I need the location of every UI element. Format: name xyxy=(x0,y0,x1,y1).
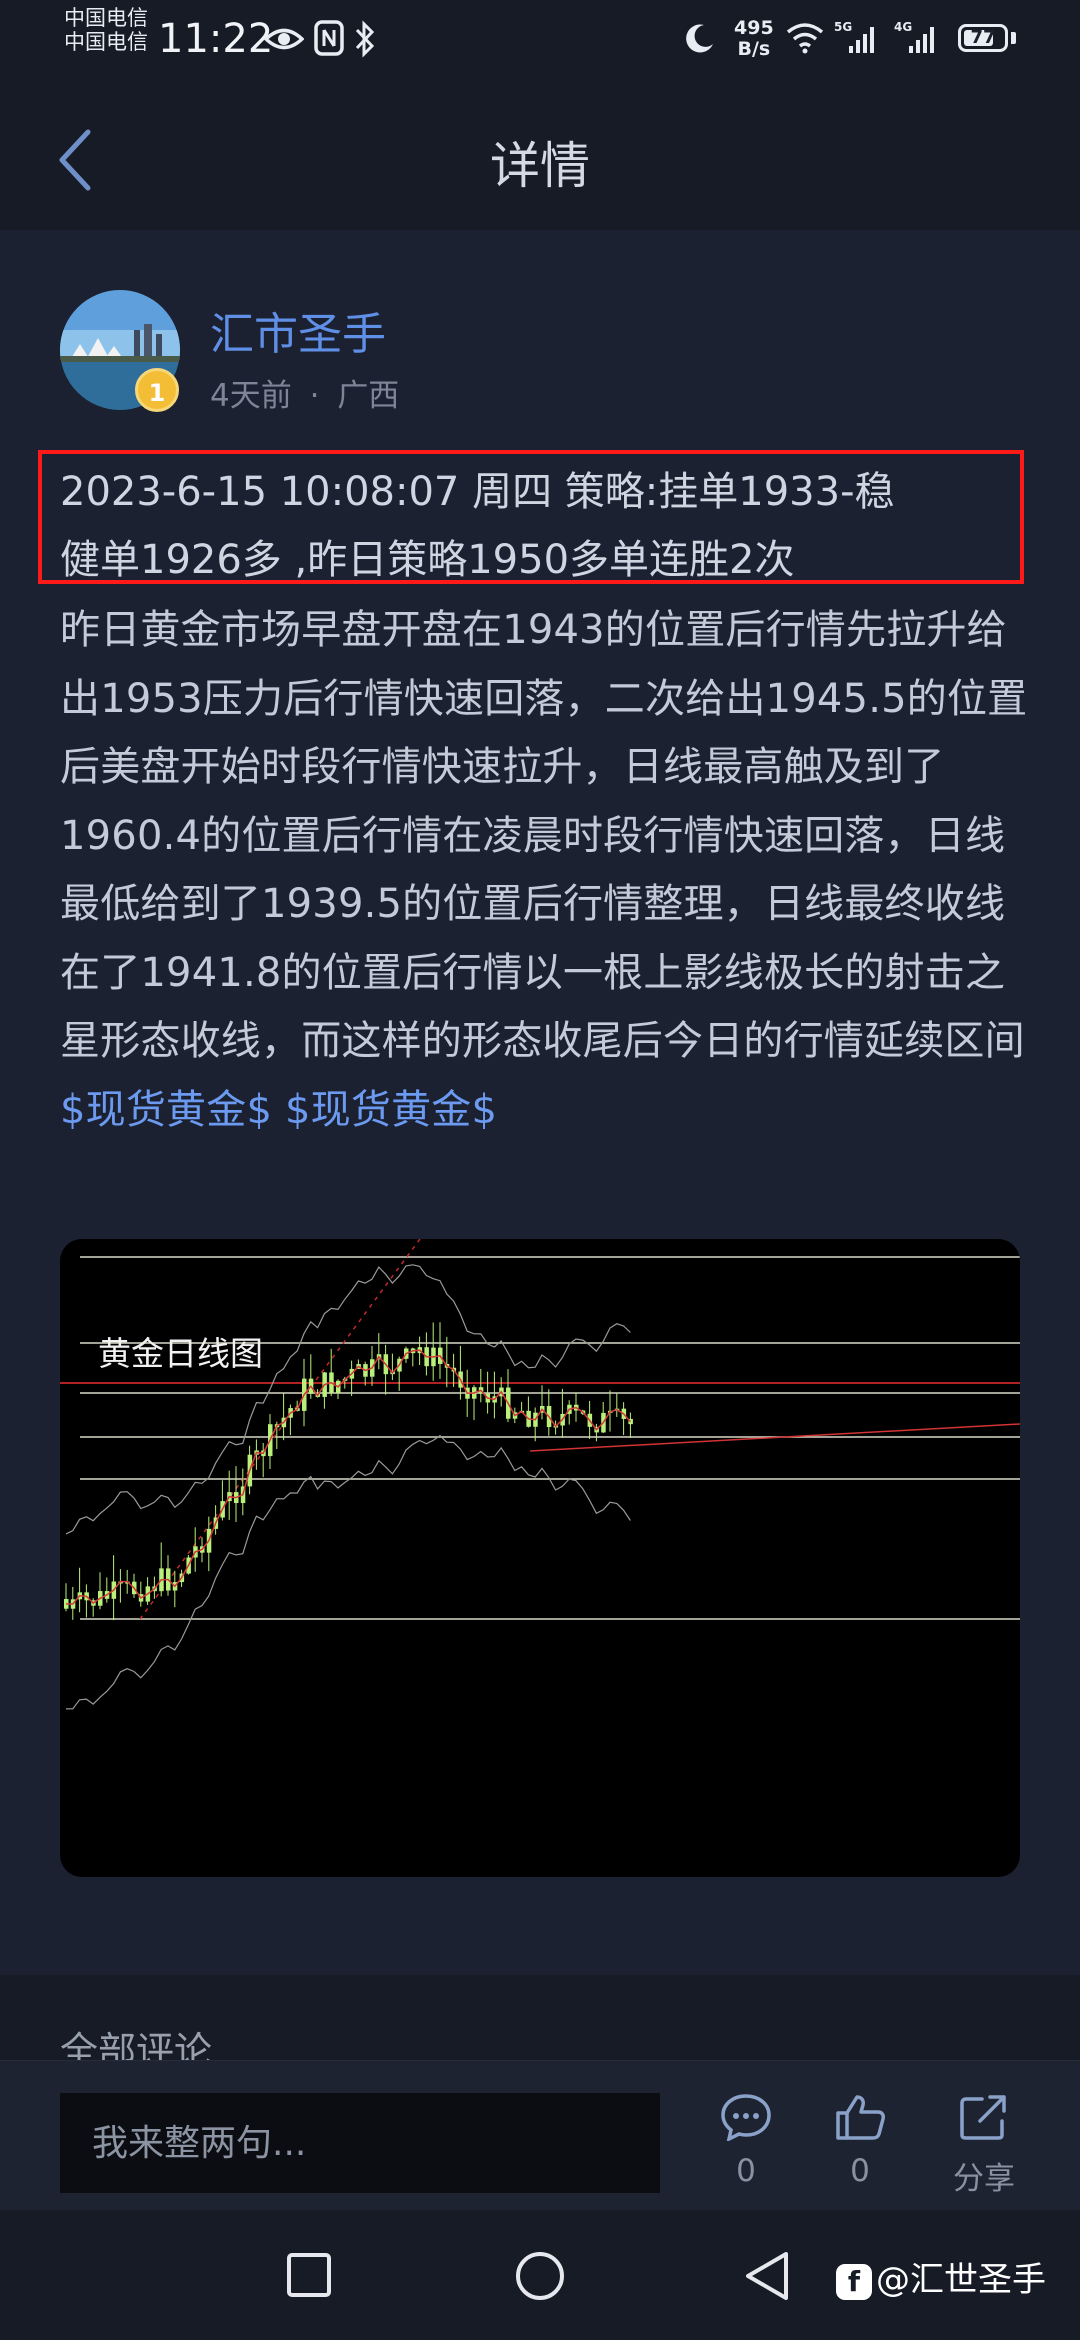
author-name[interactable]: 汇市圣手 xyxy=(210,298,386,362)
share-label: 分享 xyxy=(953,2161,1015,2197)
watermark: f @汇世圣手 xyxy=(836,2252,1046,2301)
recents-icon[interactable] xyxy=(286,2252,332,2298)
page-title: 详情 xyxy=(490,137,590,195)
level-badge: 1 xyxy=(135,368,179,412)
comment-button[interactable]: 0 xyxy=(696,2093,796,2189)
topic-tag-1[interactable]: $现货黄金$ xyxy=(60,1087,272,1133)
post-meta: 4天前 · 广西 xyxy=(210,370,399,415)
nfc-icon xyxy=(314,20,344,56)
wifi-icon xyxy=(786,23,824,54)
carrier-label-1: 中国电信 xyxy=(64,6,148,30)
back-nav-icon[interactable] xyxy=(744,2250,790,2302)
comment-count: 0 xyxy=(736,2153,756,2189)
signal-icon xyxy=(849,27,874,53)
battery-icon: 77 xyxy=(958,24,1008,52)
thumbs-up-icon xyxy=(836,2095,885,2140)
post-time: 4天前 xyxy=(210,378,292,414)
headline-line-1: 2023-6-15 10:08:07 周四 策略:挂单1933-稳 xyxy=(60,469,895,515)
signal-icon xyxy=(909,27,934,53)
eye-icon xyxy=(264,28,304,50)
status-time: 11:22 xyxy=(158,16,274,62)
chart-caption: 黄金日线图 xyxy=(98,1334,263,1373)
comments-section: 全部评论 xyxy=(0,1975,1080,2073)
share-button[interactable]: 分享 xyxy=(934,2093,1034,2198)
system-nav-bar: f @汇世圣手 xyxy=(0,2210,1080,2340)
top-nav: 详情 xyxy=(0,80,1080,230)
status-bar: 中国电信 中国电信 11:22 495 B/s 5G 4G 77 xyxy=(0,0,1080,80)
post-headline: 2023-6-15 10:08:07 周四 策略:挂单1933-稳 健单1926… xyxy=(60,458,1020,594)
post-card: 1 汇市圣手 4天前 · 广西 2023-6-15 10:08:07 周四 策略… xyxy=(0,230,1080,1975)
gold-daily-chart-image[interactable]: 黄金日线图 xyxy=(60,1239,1020,1877)
comment-icon xyxy=(721,2094,771,2143)
headline-line-2: 健单1926多 ,昨日策略1950多单连胜2次 xyxy=(60,537,795,583)
home-icon[interactable] xyxy=(514,2250,566,2302)
carrier-label-2: 中国电信 xyxy=(64,30,148,54)
moving-average-line xyxy=(65,1349,631,1605)
weibo-logo-icon: f xyxy=(836,2263,872,2300)
like-count: 0 xyxy=(850,2153,870,2189)
net-speed: 495 B/s xyxy=(734,17,774,60)
comment-input[interactable] xyxy=(60,2093,660,2193)
meta-separator: · xyxy=(309,378,320,414)
dashed-trend-line xyxy=(139,1239,421,1620)
post-body: 昨日黄金市场早盘开盘在1943的位置后行情先拉升给出1953压力后行情快速回落，… xyxy=(60,596,1028,1144)
bluetooth-icon xyxy=(355,20,375,58)
topic-tag-2[interactable]: $现货黄金$ xyxy=(285,1087,497,1133)
share-icon xyxy=(960,2095,1006,2140)
bollinger-lower-band xyxy=(65,1434,631,1710)
like-button[interactable]: 0 xyxy=(810,2093,910,2189)
post-body-text: 昨日黄金市场早盘开盘在1943的位置后行情先拉升给出1953压力后行情快速回落，… xyxy=(60,607,1028,1064)
post-location: 广西 xyxy=(337,378,400,414)
battery-cap xyxy=(1011,32,1016,44)
moon-icon xyxy=(686,24,713,53)
reply-bar: 0 0 分享 xyxy=(0,2060,1080,2211)
watermark-text: @汇世圣手 xyxy=(876,2260,1046,2300)
battery-level: 77 xyxy=(970,27,996,48)
bollinger-upper-band xyxy=(65,1264,631,1535)
